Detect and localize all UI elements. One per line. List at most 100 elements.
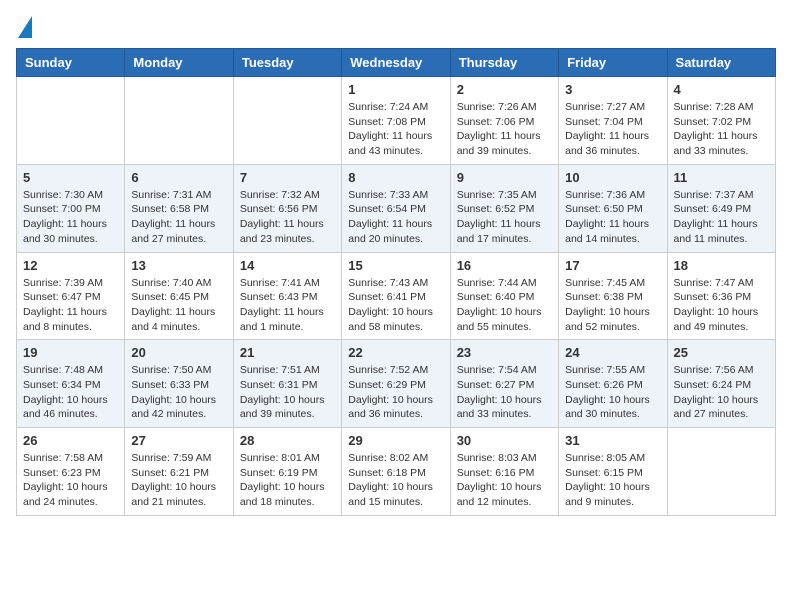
calendar-cell: 12 Sunrise: 7:39 AMSunset: 6:47 PMDayligh… xyxy=(17,252,125,340)
day-info: Sunrise: 7:31 AMSunset: 6:58 PMDaylight:… xyxy=(131,188,226,247)
day-number: 8 xyxy=(348,170,443,185)
calendar-cell xyxy=(125,77,233,165)
day-info: Sunrise: 7:51 AMSunset: 6:31 PMDaylight:… xyxy=(240,363,335,422)
day-info: Sunrise: 7:47 AMSunset: 6:36 PMDaylight:… xyxy=(674,276,769,335)
day-number: 24 xyxy=(565,345,660,360)
day-number: 22 xyxy=(348,345,443,360)
day-info: Sunrise: 7:54 AMSunset: 6:27 PMDaylight:… xyxy=(457,363,552,422)
day-info: Sunrise: 7:24 AMSunset: 7:08 PMDaylight:… xyxy=(348,100,443,159)
day-number: 21 xyxy=(240,345,335,360)
calendar-cell: 24 Sunrise: 7:55 AMSunset: 6:26 PMDayligh… xyxy=(559,340,667,428)
day-number: 29 xyxy=(348,433,443,448)
weekday-header-wednesday: Wednesday xyxy=(342,49,450,77)
calendar-cell: 20 Sunrise: 7:50 AMSunset: 6:33 PMDayligh… xyxy=(125,340,233,428)
weekday-header-tuesday: Tuesday xyxy=(233,49,341,77)
logo-image xyxy=(16,16,32,38)
calendar-week-4: 19Sunrise: 7:48 AMSunset: 6:34 PMDayligh… xyxy=(17,340,776,428)
calendar-cell: 2Sunrise: 7:26 AMSunset: 7:06 PMDaylight… xyxy=(450,77,558,165)
day-number: 13 xyxy=(131,258,226,273)
logo-triangle-icon xyxy=(18,16,32,38)
calendar-cell xyxy=(17,77,125,165)
page-header xyxy=(16,16,776,38)
calendar-cell: 22 Sunrise: 7:52 AMSunset: 6:29 PMDayligh… xyxy=(342,340,450,428)
calendar-cell: 16 Sunrise: 7:44 AMSunset: 6:40 PMDayligh… xyxy=(450,252,558,340)
calendar-cell: 25 Sunrise: 7:56 AMSunset: 6:24 PMDayligh… xyxy=(667,340,775,428)
calendar-cell: 30Sunrise: 8:03 AMSunset: 6:16 PMDayligh… xyxy=(450,428,558,516)
day-number: 18 xyxy=(674,258,769,273)
day-info: Sunrise: 7:27 AMSunset: 7:04 PMDaylight:… xyxy=(565,100,660,159)
day-info: Sunrise: 7:41 AMSunset: 6:43 PMDaylight:… xyxy=(240,276,335,335)
day-info: Sunrise: 7:55 AMSunset: 6:26 PMDaylight:… xyxy=(565,363,660,422)
day-info: Sunrise: 8:03 AMSunset: 6:16 PMDaylight:… xyxy=(457,451,552,510)
weekday-header-row: SundayMondayTuesdayWednesdayThursdayFrid… xyxy=(17,49,776,77)
weekday-header-sunday: Sunday xyxy=(17,49,125,77)
calendar-week-2: 5 Sunrise: 7:30 AMSunset: 7:00 PMDaylight… xyxy=(17,164,776,252)
day-info: Sunrise: 7:33 AMSunset: 6:54 PMDaylight:… xyxy=(348,188,443,247)
day-number: 12 xyxy=(23,258,118,273)
day-info: Sunrise: 7:50 AMSunset: 6:33 PMDaylight:… xyxy=(131,363,226,422)
day-info: Sunrise: 8:01 AMSunset: 6:19 PMDaylight:… xyxy=(240,451,335,510)
day-info: Sunrise: 7:35 AMSunset: 6:52 PMDaylight:… xyxy=(457,188,552,247)
weekday-header-saturday: Saturday xyxy=(667,49,775,77)
calendar-cell: 1 Sunrise: 7:24 AMSunset: 7:08 PMDaylight… xyxy=(342,77,450,165)
day-info: Sunrise: 7:59 AMSunset: 6:21 PMDaylight:… xyxy=(131,451,226,510)
day-info: Sunrise: 7:56 AMSunset: 6:24 PMDaylight:… xyxy=(674,363,769,422)
day-info: Sunrise: 7:28 AMSunset: 7:02 PMDaylight:… xyxy=(674,100,769,159)
calendar-cell: 15 Sunrise: 7:43 AMSunset: 6:41 PMDayligh… xyxy=(342,252,450,340)
calendar-cell: 28 Sunrise: 8:01 AMSunset: 6:19 PMDayligh… xyxy=(233,428,341,516)
weekday-header-thursday: Thursday xyxy=(450,49,558,77)
calendar-cell: 13Sunrise: 7:40 AMSunset: 6:45 PMDayligh… xyxy=(125,252,233,340)
calendar-cell: 9Sunrise: 7:35 AMSunset: 6:52 PMDaylight… xyxy=(450,164,558,252)
calendar-cell: 23 Sunrise: 7:54 AMSunset: 6:27 PMDayligh… xyxy=(450,340,558,428)
day-info: Sunrise: 7:43 AMSunset: 6:41 PMDaylight:… xyxy=(348,276,443,335)
calendar-cell: 8 Sunrise: 7:33 AMSunset: 6:54 PMDaylight… xyxy=(342,164,450,252)
day-number: 5 xyxy=(23,170,118,185)
day-number: 23 xyxy=(457,345,552,360)
day-number: 6 xyxy=(131,170,226,185)
day-number: 3 xyxy=(565,82,660,97)
calendar-cell: 21 Sunrise: 7:51 AMSunset: 6:31 PMDayligh… xyxy=(233,340,341,428)
weekday-header-friday: Friday xyxy=(559,49,667,77)
day-info: Sunrise: 7:30 AMSunset: 7:00 PMDaylight:… xyxy=(23,188,118,247)
day-number: 25 xyxy=(674,345,769,360)
calendar-cell: 7 Sunrise: 7:32 AMSunset: 6:56 PMDaylight… xyxy=(233,164,341,252)
day-number: 15 xyxy=(348,258,443,273)
calendar-cell: 3 Sunrise: 7:27 AMSunset: 7:04 PMDaylight… xyxy=(559,77,667,165)
calendar-cell xyxy=(667,428,775,516)
calendar-table: SundayMondayTuesdayWednesdayThursdayFrid… xyxy=(16,48,776,516)
day-info: Sunrise: 7:52 AMSunset: 6:29 PMDaylight:… xyxy=(348,363,443,422)
day-info: Sunrise: 8:02 AMSunset: 6:18 PMDaylight:… xyxy=(348,451,443,510)
day-info: Sunrise: 8:05 AMSunset: 6:15 PMDaylight:… xyxy=(565,451,660,510)
day-number: 28 xyxy=(240,433,335,448)
day-info: Sunrise: 7:44 AMSunset: 6:40 PMDaylight:… xyxy=(457,276,552,335)
logo xyxy=(16,16,32,38)
day-info: Sunrise: 7:32 AMSunset: 6:56 PMDaylight:… xyxy=(240,188,335,247)
calendar-cell: 6 Sunrise: 7:31 AMSunset: 6:58 PMDaylight… xyxy=(125,164,233,252)
calendar-cell: 5 Sunrise: 7:30 AMSunset: 7:00 PMDaylight… xyxy=(17,164,125,252)
day-info: Sunrise: 7:48 AMSunset: 6:34 PMDaylight:… xyxy=(23,363,118,422)
day-number: 20 xyxy=(131,345,226,360)
day-number: 17 xyxy=(565,258,660,273)
calendar-cell xyxy=(233,77,341,165)
day-number: 14 xyxy=(240,258,335,273)
calendar-week-1: 1 Sunrise: 7:24 AMSunset: 7:08 PMDaylight… xyxy=(17,77,776,165)
calendar-cell: 4Sunrise: 7:28 AMSunset: 7:02 PMDaylight… xyxy=(667,77,775,165)
day-number: 7 xyxy=(240,170,335,185)
weekday-header-monday: Monday xyxy=(125,49,233,77)
day-number: 10 xyxy=(565,170,660,185)
calendar-cell: 31 Sunrise: 8:05 AMSunset: 6:15 PMDayligh… xyxy=(559,428,667,516)
day-number: 16 xyxy=(457,258,552,273)
calendar-cell: 29 Sunrise: 8:02 AMSunset: 6:18 PMDayligh… xyxy=(342,428,450,516)
calendar-cell: 11Sunrise: 7:37 AMSunset: 6:49 PMDayligh… xyxy=(667,164,775,252)
day-info: Sunrise: 7:58 AMSunset: 6:23 PMDaylight:… xyxy=(23,451,118,510)
calendar-cell: 26Sunrise: 7:58 AMSunset: 6:23 PMDayligh… xyxy=(17,428,125,516)
day-number: 1 xyxy=(348,82,443,97)
calendar-cell: 10Sunrise: 7:36 AMSunset: 6:50 PMDayligh… xyxy=(559,164,667,252)
calendar-week-3: 12 Sunrise: 7:39 AMSunset: 6:47 PMDayligh… xyxy=(17,252,776,340)
day-number: 11 xyxy=(674,170,769,185)
day-number: 27 xyxy=(131,433,226,448)
day-number: 31 xyxy=(565,433,660,448)
day-info: Sunrise: 7:39 AMSunset: 6:47 PMDaylight:… xyxy=(23,276,118,335)
calendar-cell: 14 Sunrise: 7:41 AMSunset: 6:43 PMDayligh… xyxy=(233,252,341,340)
calendar-cell: 17Sunrise: 7:45 AMSunset: 6:38 PMDayligh… xyxy=(559,252,667,340)
